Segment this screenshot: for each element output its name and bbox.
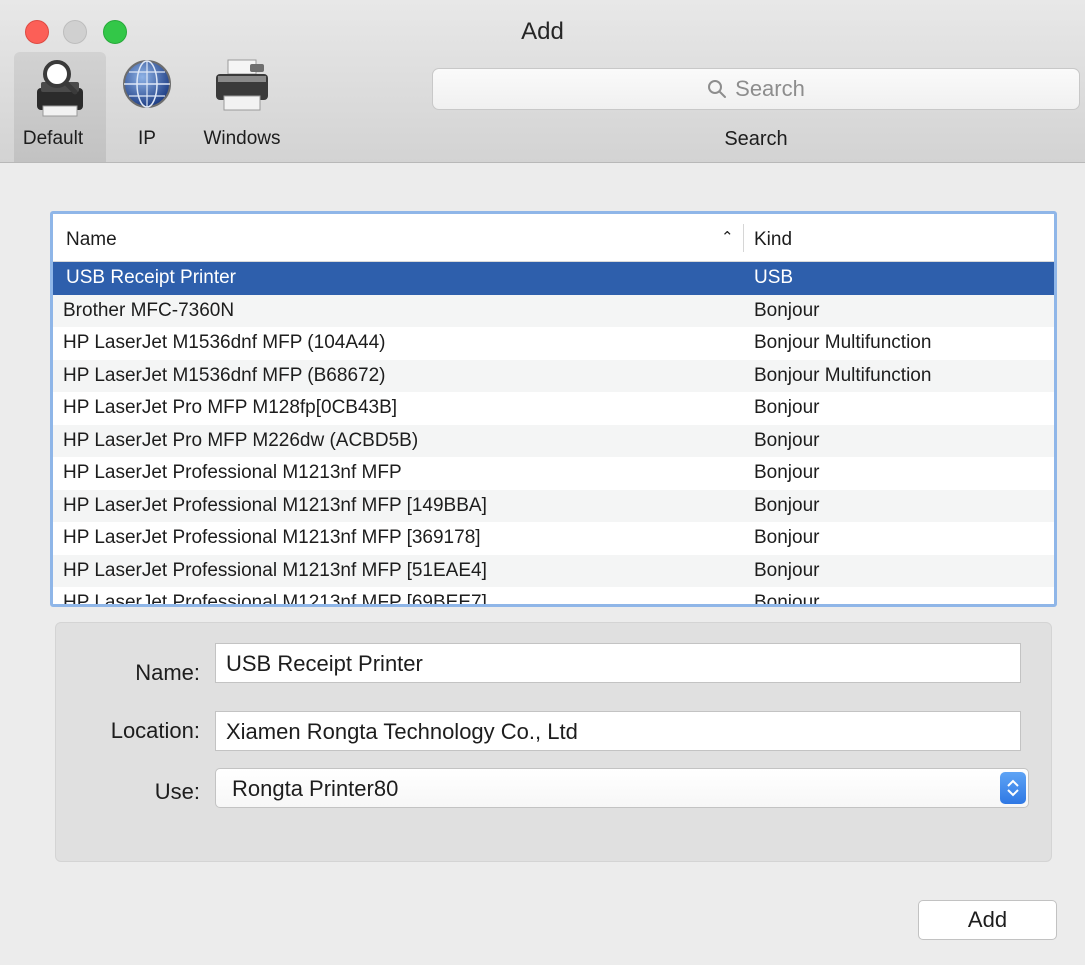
location-field-value: Xiamen Rongta Technology Co., Ltd (226, 719, 578, 744)
printer-name-cell: HP LaserJet Pro MFP M128fp[0CB43B] (63, 397, 398, 418)
table-row[interactable]: HP LaserJet M1536dnf MFP (104A44) Bonjour… (53, 327, 1054, 360)
name-field[interactable]: USB Receipt Printer (215, 643, 1021, 683)
printer-kind-cell: Bonjour Multifunction (754, 332, 932, 353)
printer-kind-cell: Bonjour (754, 559, 820, 581)
printer-kind-cell: Bonjour (754, 429, 820, 451)
column-divider (743, 224, 744, 252)
printer-list-table[interactable]: Name ⌃ Kind USB Receipt Printer USB Brothe… (50, 211, 1057, 607)
printer-name-cell: HP LaserJet Professional M1213nf MFP [36… (63, 527, 481, 548)
printer-name-cell: HP LaserJet M1536dnf MFP (104A44) (63, 332, 386, 353)
table-row[interactable]: HP LaserJet Professional M1213nf MFP Bonj… (53, 457, 1054, 490)
search-caption: Search (724, 128, 788, 150)
printer-kind-cell: Bonjour (754, 397, 820, 418)
window-title: Add (521, 18, 564, 45)
tab-default[interactable]: Default (14, 52, 106, 162)
add-button[interactable]: Add (918, 900, 1057, 940)
use-label: Use: (154, 779, 200, 804)
printer-kind-cell: USB (754, 267, 794, 288)
use-driver-value: Rongta Printer80 (232, 776, 399, 801)
printer-name-cell: HP LaserJet Professional M1213nf MFP [69… (63, 592, 487, 607)
printer-name-cell: HP LaserJet M1536dnf MFP (B68672) (63, 364, 386, 386)
printer-name-cell: Brother MFC-7360N (63, 299, 235, 321)
column-header-kind[interactable]: Kind (754, 229, 792, 251)
table-row[interactable]: HP LaserJet Professional M1213nf MFP [51… (53, 554, 1054, 587)
printer-kind-cell: Bonjour Multifunction (754, 364, 932, 386)
printer-kind-cell: Bonjour (754, 494, 820, 516)
table-rows: USB Receipt Printer USB Brother MFC-7360N B… (53, 262, 1054, 607)
printer-name-cell: HP LaserJet Pro MFP M226dw (ACBD5B) (63, 429, 419, 451)
tab-ip-label: IP (138, 128, 156, 149)
printer-name-cell: HP LaserJet Professional M1213nf MFP [51… (63, 559, 487, 581)
tab-windows[interactable]: Windows (190, 52, 294, 162)
table-row[interactable]: HP LaserJet Professional M1213nf MFP [14… (53, 489, 1054, 522)
column-header-name[interactable]: Name (66, 229, 117, 251)
default-printer-search-icon (37, 60, 83, 117)
printer-kind-cell: Bonjour (754, 462, 820, 483)
table-row[interactable]: HP LaserJet Professional M1213nf MFP [69… (53, 587, 1054, 607)
select-arrows-icon[interactable] (1000, 772, 1026, 804)
printer-kind-cell: Bonjour (754, 592, 820, 607)
add-printer-window: Add Default IP Windows Search Search Nam… (0, 0, 1085, 965)
toolbar: Add Default IP Windows Search Search (0, 0, 1085, 163)
table-row[interactable]: Brother MFC-7360N Bonjour (53, 294, 1054, 327)
printer-kind-cell: Bonjour (754, 527, 820, 548)
location-field[interactable]: Xiamen Rongta Technology Co., Ltd (215, 711, 1021, 751)
use-driver-select[interactable]: Rongta Printer80 (215, 768, 1029, 808)
table-header: Name ⌃ Kind (53, 214, 1054, 262)
location-label: Location: (110, 718, 200, 743)
printer-name-cell: HP LaserJet Professional M1213nf MFP [14… (63, 494, 487, 516)
tab-windows-label: Windows (203, 128, 281, 149)
printer-name-cell: HP LaserJet Professional M1213nf MFP (63, 462, 402, 483)
windows-printer-icon (216, 59, 268, 111)
tab-default-label: Default (22, 128, 84, 149)
table-row[interactable]: HP LaserJet Pro MFP M128fp[0CB43B] Bonjou… (53, 392, 1054, 425)
tab-ip[interactable]: IP (112, 52, 182, 162)
table-row[interactable]: USB Receipt Printer USB (53, 262, 1054, 295)
search-icon (708, 80, 727, 98)
globe-network-icon (123, 60, 171, 108)
name-field-value: USB Receipt Printer (226, 651, 423, 676)
table-row[interactable]: HP LaserJet Professional M1213nf MFP [36… (53, 522, 1054, 555)
table-row[interactable]: HP LaserJet M1536dnf MFP (B68672) Bonjour… (53, 359, 1054, 392)
search-field[interactable]: Search (432, 68, 1080, 110)
search-placeholder: Search (735, 76, 805, 101)
name-label: Name: (135, 660, 200, 685)
printer-kind-cell: Bonjour (754, 299, 820, 321)
printer-name-cell: USB Receipt Printer (66, 267, 237, 288)
sort-ascending-icon[interactable]: ⌃ (721, 228, 734, 246)
table-row[interactable]: HP LaserJet Pro MFP M226dw (ACBD5B) Bonjo… (53, 424, 1054, 457)
